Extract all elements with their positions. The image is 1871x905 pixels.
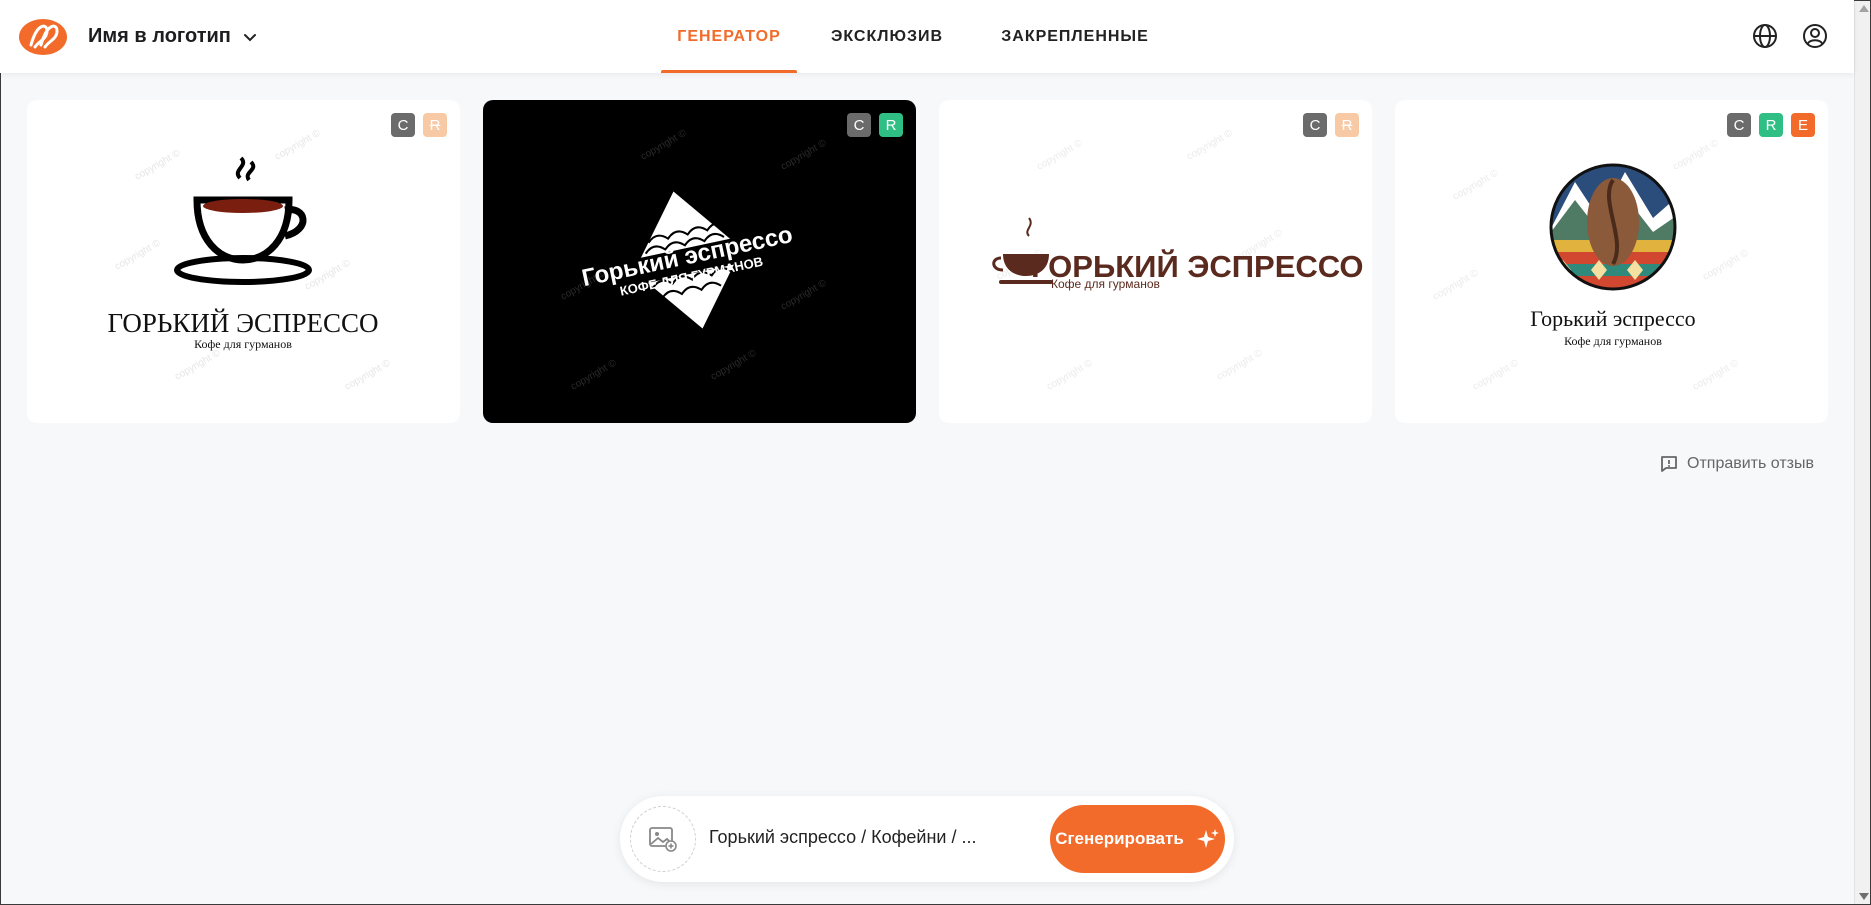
- brand-logo-icon[interactable]: [17, 17, 69, 57]
- user-account-icon[interactable]: [1801, 22, 1829, 50]
- generate-button-label: Сгенерировать: [1055, 829, 1184, 848]
- badge-r: R: [1335, 113, 1359, 137]
- badge-c: C: [847, 113, 871, 137]
- logo-card-3[interactable]: C R copyright © copyright © copyright © …: [939, 100, 1372, 423]
- tab-pinned[interactable]: ЗАКРЕПЛЕННЫЕ: [977, 0, 1173, 73]
- feedback-icon: [1661, 456, 1677, 472]
- logo-art: Горький эспрессо Кофе для гурманов: [1530, 163, 1696, 348]
- globe-icon[interactable]: [1751, 22, 1779, 50]
- prompt-input[interactable]: Горький эспрессо / Кофейни / ...: [709, 827, 1009, 848]
- tab-exclusive[interactable]: ЭКСКЛЮЗИВ: [797, 0, 977, 73]
- license-badges: C R: [1303, 113, 1359, 137]
- prompt-bar: Горький эспрессо / Кофейни / ... Сгенери…: [620, 796, 1234, 882]
- top-header: Имя в логотип ГЕНЕРАТОР ЭКСКЛЮЗИВ ЗАКРЕП…: [0, 0, 1854, 73]
- feedback-label: Отправить отзыв: [1687, 455, 1814, 472]
- logo-card-4[interactable]: C R E copyright © copyright © copyright …: [1395, 100, 1828, 423]
- logo-art: Горький эспрессо КОФЕ ДЛЯ ГУРМАНОВ: [580, 191, 795, 329]
- svg-text:Кофе для гурманов: Кофе для гурманов: [1564, 334, 1662, 348]
- image-upload-button[interactable]: [630, 806, 696, 872]
- send-feedback-link[interactable]: Отправить отзыв: [1659, 454, 1814, 474]
- svg-text:Горький эспрессо: Горький эспрессо: [1530, 306, 1695, 331]
- badge-r: R: [423, 113, 447, 137]
- svg-text:Кофе для гурманов: Кофе для гурманов: [194, 337, 292, 351]
- sparkle-icon: [1196, 829, 1219, 848]
- tab-generator[interactable]: ГЕНЕРАТОР: [661, 0, 797, 73]
- app-title-dropdown[interactable]: Имя в логотип: [88, 25, 257, 48]
- svg-text:ГОРЬКИЙ ЭСПРЕССО: ГОРЬКИЙ ЭСПРЕССО: [107, 308, 378, 338]
- logo-art: ГОРЬКИЙ ЭСПРЕССО Кофе для гурманов: [992, 217, 1364, 291]
- logo-art: ГОРЬКИЙ ЭСПРЕССО Кофе для гурманов: [107, 156, 379, 351]
- logo-results-grid: C R copyright © copyright © copyright © …: [27, 100, 1828, 423]
- license-badges: C R: [847, 113, 903, 137]
- logo-card-2[interactable]: C R copyright © copyright © copyright © …: [483, 100, 916, 423]
- badge-c: C: [391, 113, 415, 137]
- app-title: Имя в логотип: [88, 25, 231, 47]
- image-upload-icon: [649, 827, 677, 852]
- main-tabs: ГЕНЕРАТОР ЭКСКЛЮЗИВ ЗАКРЕПЛЕННЫЕ: [661, 0, 1173, 73]
- coffee-bean-emblem-icon: [1551, 165, 1675, 289]
- badge-r: R: [1759, 113, 1783, 137]
- coffee-cup-icon: [174, 156, 312, 285]
- badge-c: C: [1727, 113, 1751, 137]
- license-badges: C R E: [1727, 113, 1815, 137]
- scroll-up-arrow-icon[interactable]: [1859, 5, 1869, 12]
- generate-button[interactable]: Сгенерировать: [1050, 805, 1225, 873]
- badge-e: E: [1791, 113, 1815, 137]
- logo-card-1[interactable]: C R copyright © copyright © copyright © …: [27, 100, 460, 423]
- scroll-down-arrow-icon[interactable]: [1859, 893, 1869, 900]
- license-badges: C R: [391, 113, 447, 137]
- chevron-down-icon: [243, 33, 256, 41]
- badge-r: R: [879, 113, 903, 137]
- badge-c: C: [1303, 113, 1327, 137]
- svg-text:Кофе для гурманов: Кофе для гурманов: [1051, 277, 1160, 291]
- page-scrollbar[interactable]: [1854, 0, 1871, 905]
